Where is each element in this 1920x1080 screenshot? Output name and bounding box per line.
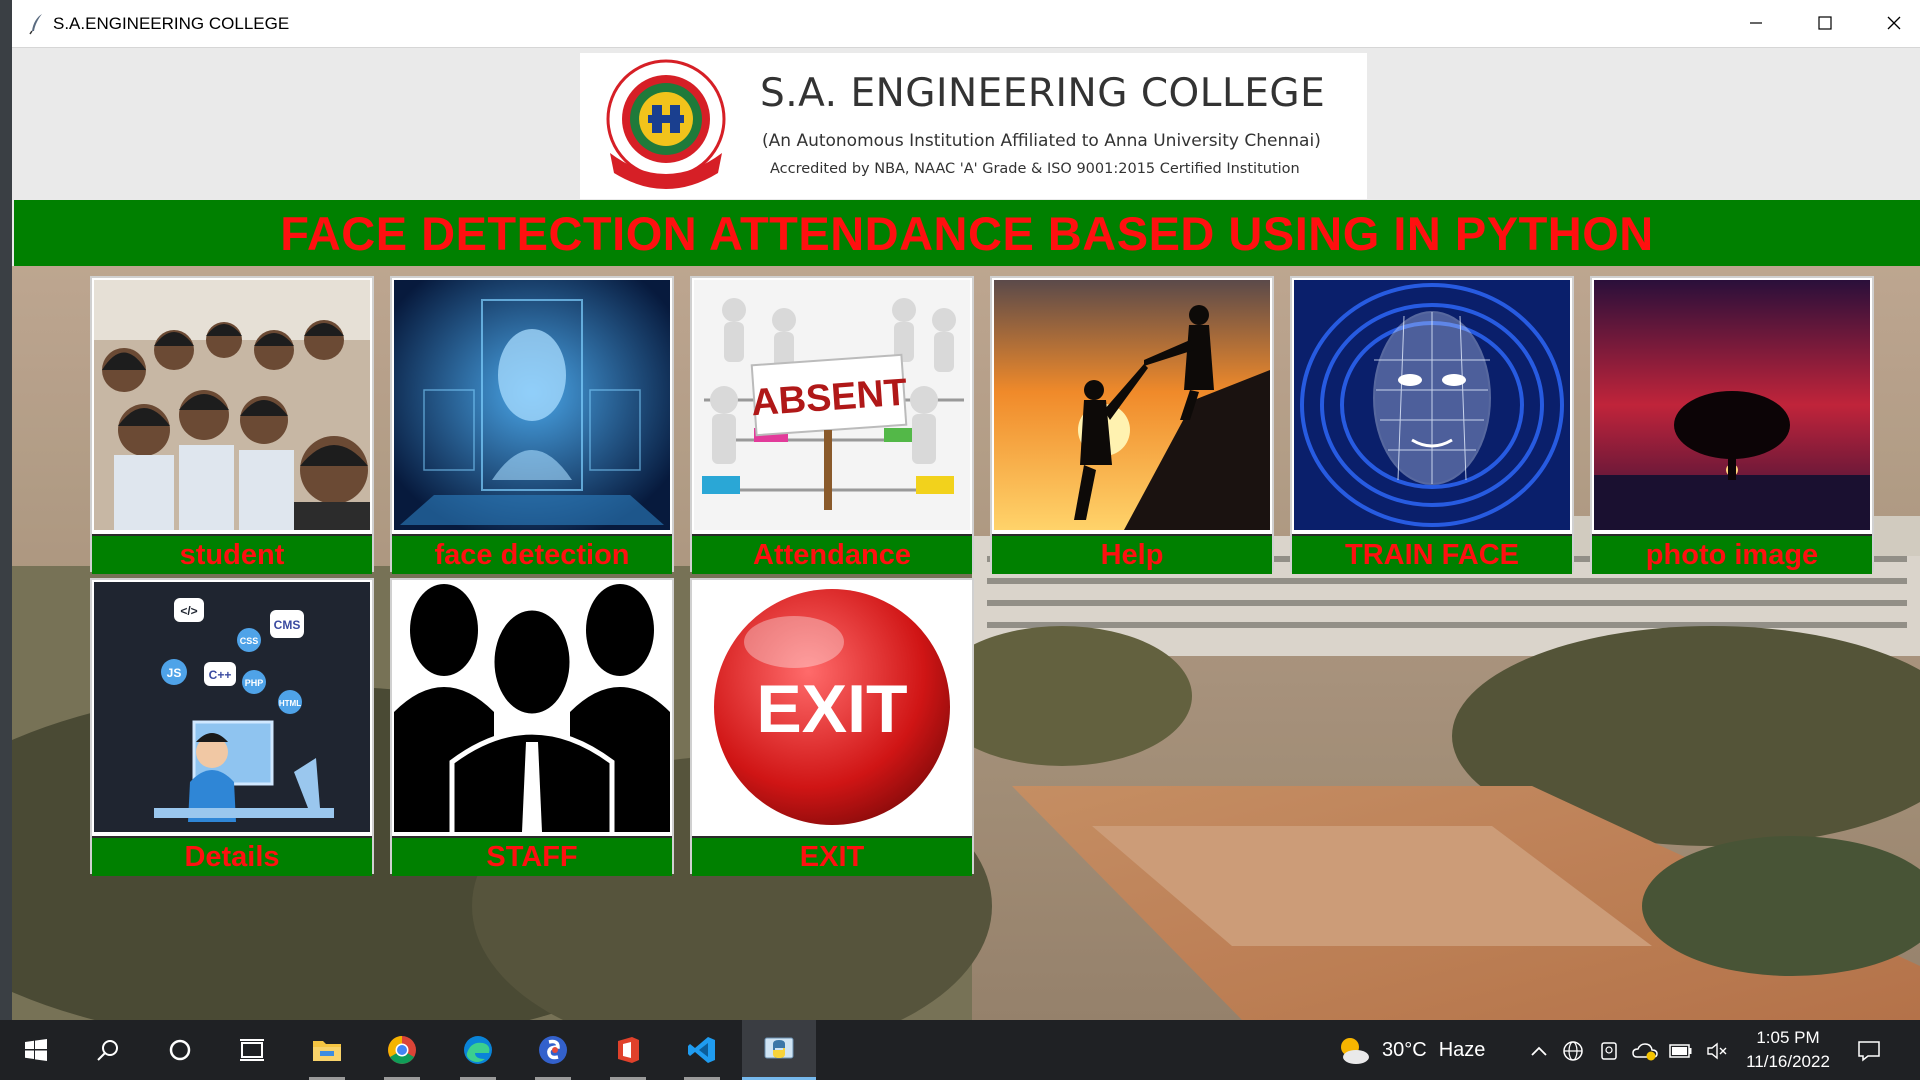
title-bar[interactable]: S.A.ENGINEERING COLLEGE	[12, 0, 1920, 48]
task-view-button[interactable]	[216, 1020, 288, 1080]
weather-condition: Haze	[1438, 1038, 1486, 1061]
attendance-button[interactable]: ABSENT Attendance	[690, 276, 974, 574]
python-taskbar-button[interactable]	[742, 1020, 816, 1080]
maximize-icon	[1818, 16, 1832, 30]
windows-logo-icon	[25, 1039, 47, 1061]
globe-icon	[1563, 1041, 1583, 1061]
tile-label: STAFF	[392, 836, 672, 876]
weather-widget[interactable]: 30°C Haze	[1336, 1020, 1485, 1080]
project-title: FACE DETECTION ATTENDANCE BASED USING IN…	[280, 206, 1654, 260]
edge-taskbar-button[interactable]	[442, 1020, 514, 1080]
search-button[interactable]	[72, 1020, 144, 1080]
partly-cloudy-icon	[1341, 1038, 1369, 1064]
exit-ball-image: EXIT	[694, 582, 970, 832]
language-button[interactable]	[1560, 1038, 1586, 1064]
file-explorer-taskbar-button[interactable]	[291, 1020, 363, 1080]
desktop-edge	[0, 0, 12, 1020]
search-icon	[97, 1040, 118, 1061]
exit-button[interactable]: EXIT EXIT	[690, 578, 974, 876]
chevron-up-icon	[1531, 1046, 1547, 1056]
php-badge: PHP	[245, 678, 264, 688]
staff-button[interactable]: STAFF	[390, 578, 674, 876]
digital-face-image	[394, 280, 670, 530]
college-accreditation: Accredited by NBA, NAAC 'A' Grade & ISO …	[770, 161, 1300, 177]
vscode-icon	[688, 1037, 715, 1063]
simplenote-icon	[539, 1036, 567, 1064]
vscode-taskbar-button[interactable]	[666, 1020, 738, 1080]
main-canvas: S.A. ENGINEERING COLLEGE (An Autonomous …	[12, 48, 1920, 1020]
chrome-taskbar-button[interactable]	[366, 1020, 438, 1080]
start-button[interactable]	[0, 1020, 72, 1080]
close-icon	[1887, 16, 1901, 30]
windows-taskbar: 30°C Haze 1:05 PM 11/16/2022	[0, 1020, 1920, 1080]
face-detection-button[interactable]: face detection	[390, 276, 674, 574]
details-button[interactable]: </> CMS CSS JS C++ PHP HTML Details	[90, 578, 374, 876]
wireframe-face-image	[1294, 280, 1570, 530]
taskbar-clock[interactable]: 1:05 PM 11/16/2022	[1735, 1026, 1841, 1074]
cortana-button[interactable]	[144, 1020, 216, 1080]
python-icon	[764, 1037, 794, 1058]
minimize-button[interactable]	[1722, 0, 1790, 46]
tile-label: Details	[92, 836, 372, 876]
volume-button[interactable]	[1704, 1038, 1730, 1064]
college-subtitle: (An Autonomous Institution Affiliated to…	[762, 131, 1321, 151]
tile-label: photo image	[1592, 534, 1872, 574]
office-taskbar-button[interactable]	[592, 1020, 664, 1080]
tile-label: face detection	[392, 534, 672, 574]
edge-icon	[464, 1036, 492, 1064]
exit-ball-text: EXIT	[756, 671, 907, 747]
feather-icon	[29, 14, 42, 35]
battery-icon	[1669, 1044, 1692, 1058]
meet-now-button[interactable]	[1596, 1038, 1622, 1064]
college-seal-logo	[606, 59, 726, 189]
office-icon	[618, 1037, 639, 1063]
helping-hand-image	[994, 280, 1270, 530]
cms-badge: CMS	[274, 618, 301, 632]
window-title: S.A.ENGINEERING COLLEGE	[53, 14, 290, 33]
onedrive-button[interactable]	[1632, 1038, 1658, 1064]
clock-date: 11/16/2022	[1746, 1052, 1830, 1071]
close-button[interactable]	[1860, 0, 1920, 46]
device-icon	[1601, 1042, 1617, 1060]
tile-label: student	[92, 534, 372, 574]
html-badge: HTML	[279, 699, 301, 708]
project-title-banner: FACE DETECTION ATTENDANCE BASED USING IN…	[14, 200, 1920, 266]
tile-label: Attendance	[692, 534, 972, 574]
cpp-badge: C++	[209, 668, 232, 682]
js-badge: JS	[167, 666, 182, 680]
notifications-button[interactable]	[1856, 1038, 1882, 1064]
student-group-photo	[94, 280, 370, 530]
battery-button[interactable]	[1668, 1038, 1694, 1064]
show-hidden-icons-button[interactable]	[1526, 1038, 1552, 1064]
staff-silhouettes-icon	[394, 582, 670, 832]
tile-label: Help	[992, 534, 1272, 574]
absent-sign-image: ABSENT	[694, 280, 970, 530]
minimize-icon	[1750, 22, 1762, 24]
task-view-icon	[240, 1039, 264, 1061]
notification-icon	[1858, 1041, 1880, 1062]
tile-label: TRAIN FACE	[1292, 534, 1572, 574]
speaker-muted-icon	[1707, 1042, 1727, 1060]
help-button[interactable]: Help	[990, 276, 1274, 574]
onedrive-cloud-icon	[1632, 1043, 1658, 1061]
train-face-button[interactable]: TRAIN FACE	[1290, 276, 1574, 574]
simplenote-taskbar-button[interactable]	[517, 1020, 589, 1080]
college-logo-header: S.A. ENGINEERING COLLEGE (An Autonomous …	[580, 53, 1367, 199]
student-button[interactable]: student	[90, 276, 374, 574]
code-badge: </>	[180, 604, 197, 618]
app-window: S.A.ENGINEERING COLLEGE S.A. ENGINEERING…	[12, 0, 1920, 1020]
css-badge: CSS	[240, 636, 259, 646]
chrome-icon	[388, 1036, 416, 1064]
folder-icon	[313, 1041, 341, 1061]
developer-illustration: </> CMS CSS JS C++ PHP HTML	[94, 582, 370, 832]
photo-image-button[interactable]: photo image	[1590, 276, 1874, 574]
clock-time: 1:05 PM	[1756, 1028, 1820, 1047]
maximize-button[interactable]	[1791, 0, 1859, 46]
tree-sunset-image	[1594, 280, 1870, 530]
weather-temperature: 30°C	[1382, 1038, 1427, 1061]
cortana-ring-icon	[169, 1039, 191, 1061]
college-name: S.A. ENGINEERING COLLEGE	[760, 71, 1326, 116]
tile-label: EXIT	[692, 836, 972, 876]
